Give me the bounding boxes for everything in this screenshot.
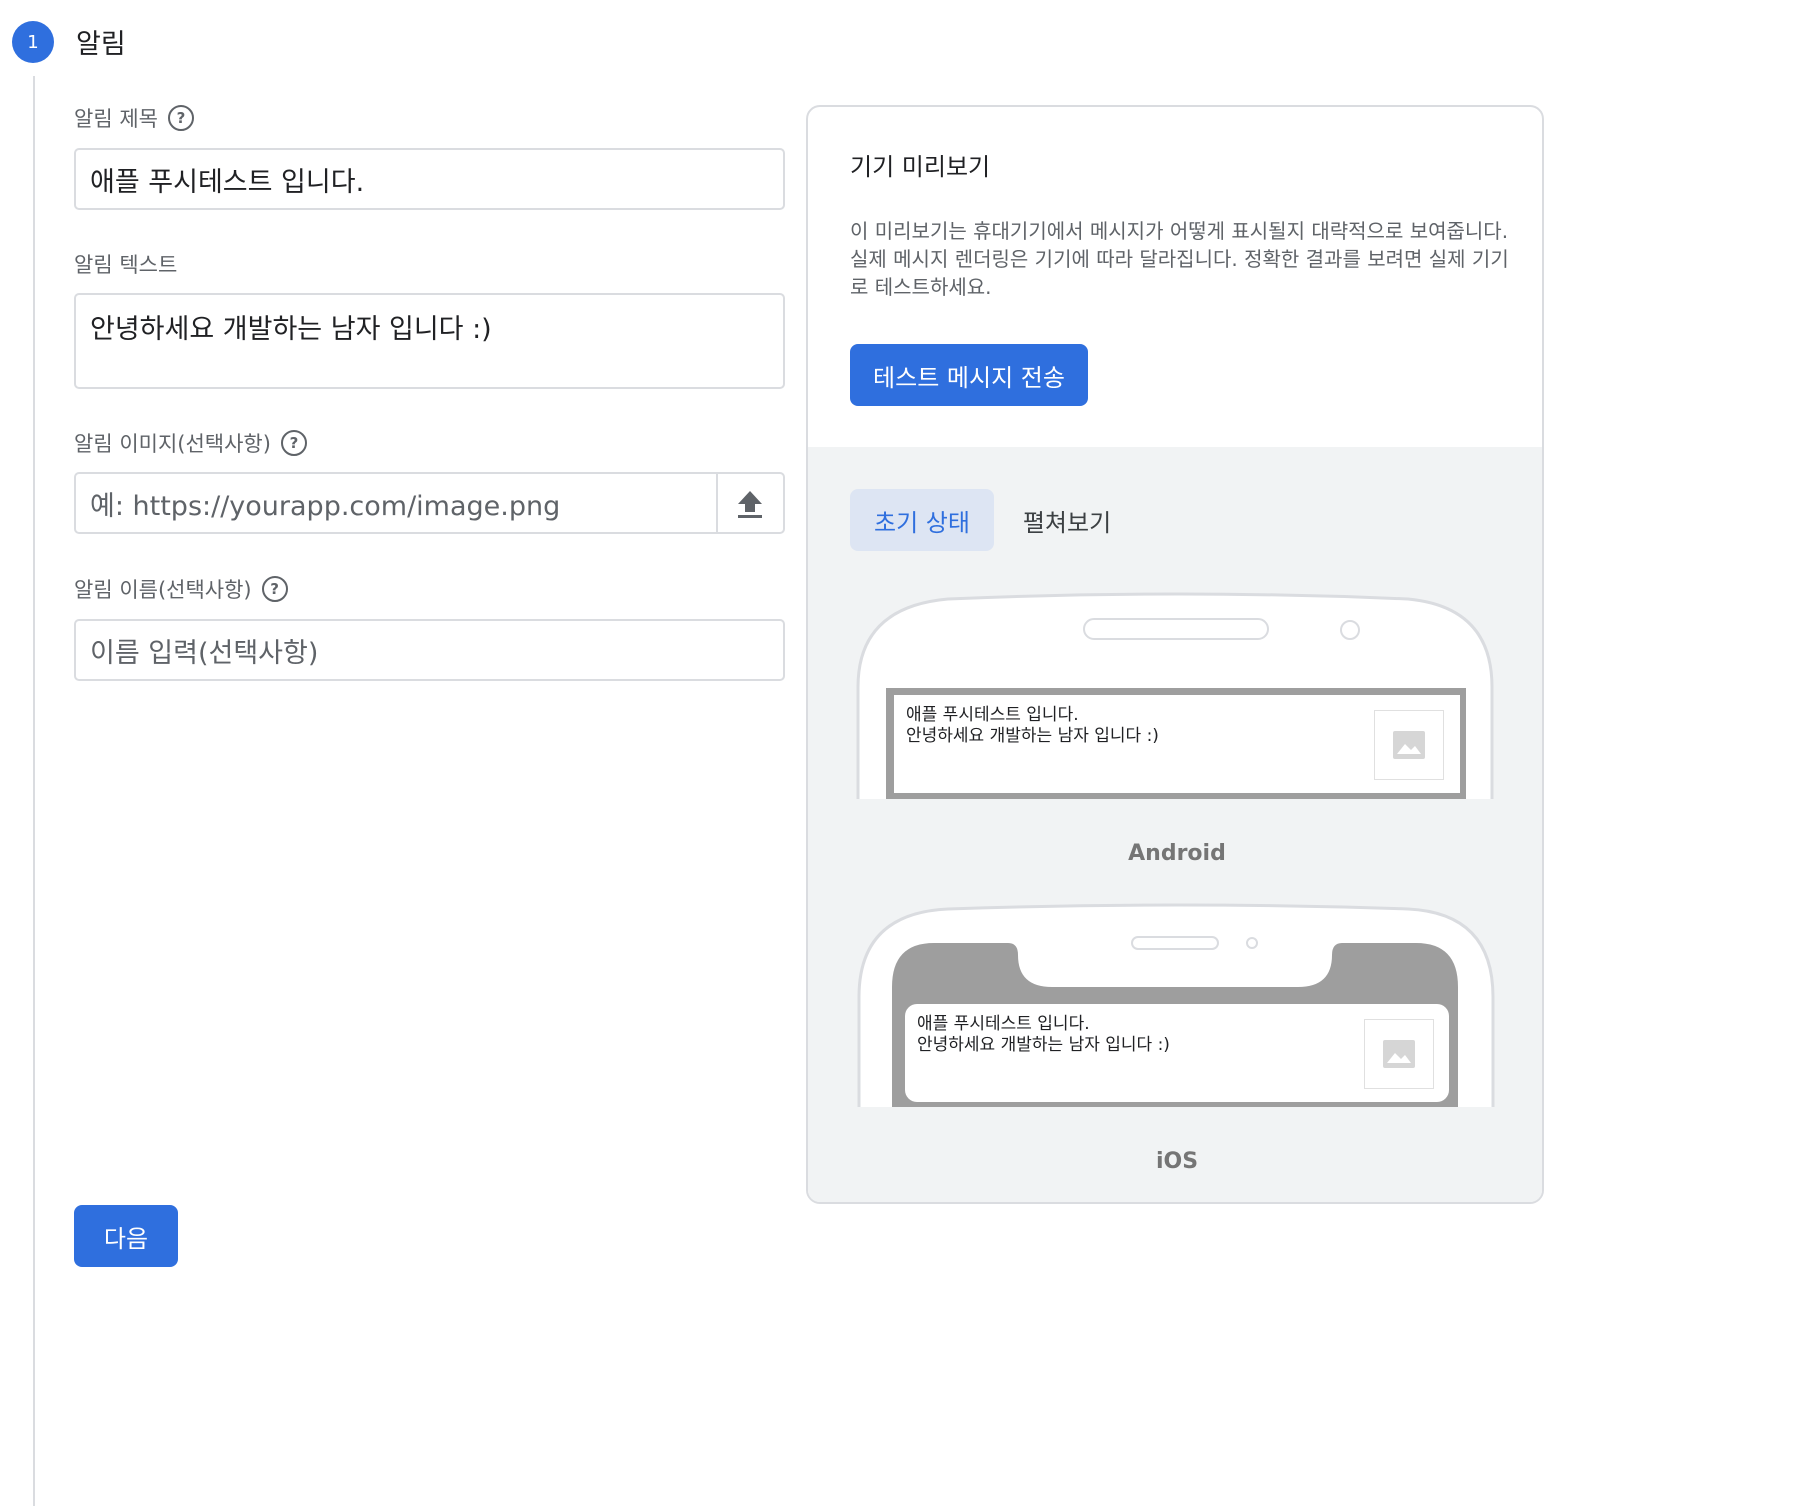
- help-icon[interactable]: ?: [280, 430, 307, 456]
- ios-label: iOS: [1155, 1149, 1199, 1174]
- android-notification-image: [1374, 710, 1444, 780]
- next-button[interactable]: 다음: [74, 1205, 178, 1267]
- notification-name-input[interactable]: 이름 입력(선택사항): [74, 619, 785, 681]
- ios-notification-title: 애플 푸시테스트 입니다.: [917, 1014, 1090, 1034]
- step-number-badge: 1: [12, 21, 54, 63]
- android-notification-title: 애플 푸시테스트 입니다.: [906, 705, 1079, 725]
- notification-text-textarea[interactable]: 안녕하세요 개발하는 남자 입니다 :): [74, 293, 785, 389]
- step-title: 알림: [76, 29, 126, 60]
- ios-notification-image: [1364, 1019, 1434, 1089]
- notification-image-label-text: 알림 이미지(선택사항): [74, 432, 271, 456]
- image-placeholder-icon: [1393, 731, 1425, 759]
- image-placeholder-icon: [1383, 1040, 1415, 1068]
- notification-image-placeholder: 예: https://yourapp.com/image.png: [90, 490, 561, 522]
- notification-name-label: 알림 이름(선택사항) ?: [74, 574, 288, 604]
- notification-title-input[interactable]: 애플 푸시테스트 입니다.: [74, 148, 785, 210]
- notification-title-label: 알림 제목 ?: [74, 103, 194, 133]
- notification-text-label: 알림 텍스트: [74, 249, 177, 279]
- notification-text-value: 안녕하세요 개발하는 남자 입니다 :): [90, 314, 492, 345]
- help-icon[interactable]: ?: [261, 576, 288, 602]
- help-icon[interactable]: ?: [167, 105, 194, 131]
- notification-name-placeholder: 이름 입력(선택사항): [90, 637, 319, 669]
- upload-icon: [738, 491, 762, 518]
- notification-image-label: 알림 이미지(선택사항) ?: [74, 428, 307, 458]
- android-notification-body: 안녕하세요 개발하는 남자 입니다 :): [906, 726, 1159, 746]
- notification-name-label-text: 알림 이름(선택사항): [74, 578, 252, 602]
- android-label: Android: [1128, 841, 1226, 866]
- device-preview-panel: 기기 미리보기 이 미리보기는 휴대기기에서 메시지가 어떻게 표시될지 대략적…: [806, 105, 1544, 1204]
- upload-image-button[interactable]: [718, 474, 782, 534]
- notification-text-label-text: 알림 텍스트: [74, 253, 178, 277]
- notification-title-value: 애플 푸시테스트 입니다.: [90, 166, 365, 198]
- notification-title-label-text: 알림 제목: [74, 107, 158, 131]
- step-connector-line: [33, 76, 35, 1506]
- notification-image-input[interactable]: 예: https://yourapp.com/image.png: [74, 472, 785, 534]
- ios-notification-body: 안녕하세요 개발하는 남자 입니다 :): [917, 1035, 1170, 1055]
